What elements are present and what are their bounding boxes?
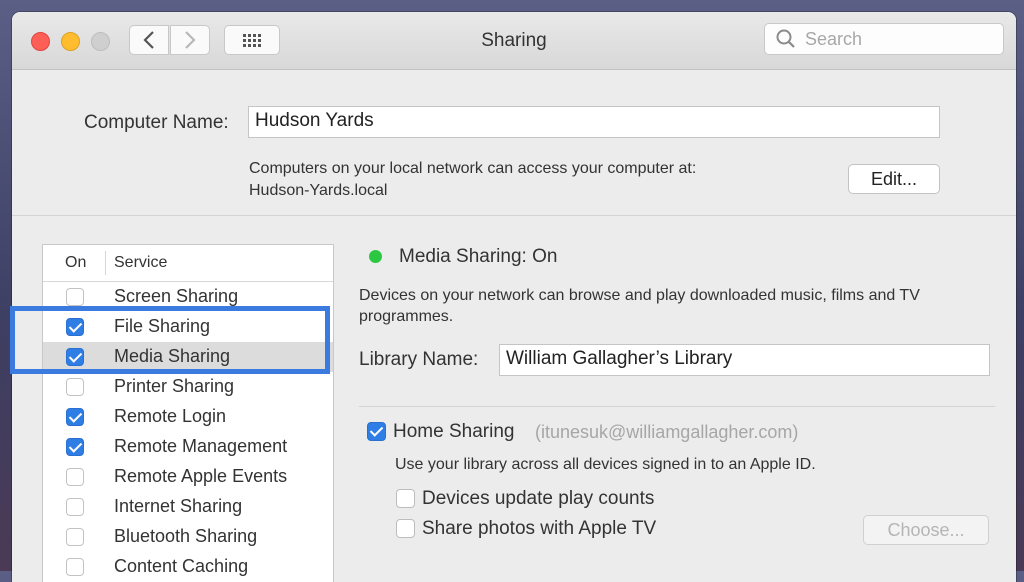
service-rows: Screen Sharing File Sharing Media Sharing P… bbox=[43, 282, 333, 582]
service-row[interactable]: Media Sharing bbox=[43, 342, 333, 372]
service-row[interactable]: Bluetooth Sharing bbox=[43, 522, 333, 552]
choose-button[interactable]: Choose... bbox=[863, 515, 989, 545]
share-photos-label[interactable]: Share photos with Apple TV bbox=[422, 518, 656, 540]
service-row[interactable]: Printer Sharing bbox=[43, 372, 333, 402]
column-divider bbox=[105, 251, 106, 275]
service-row[interactable]: Remote Login bbox=[43, 402, 333, 432]
column-header-service[interactable]: Service bbox=[114, 254, 167, 272]
home-sharing-account: (itunesuk@williamgallagher.com) bbox=[535, 422, 799, 442]
service-checkbox[interactable] bbox=[66, 318, 84, 336]
service-checkbox[interactable] bbox=[66, 408, 84, 426]
search-input[interactable] bbox=[803, 27, 997, 51]
status-indicator-dot bbox=[369, 250, 382, 263]
service-row[interactable]: Remote Management bbox=[43, 432, 333, 462]
service-row[interactable]: Content Caching bbox=[43, 552, 333, 582]
service-checkbox[interactable] bbox=[66, 288, 84, 306]
library-name-field[interactable]: William Gallagher’s Library bbox=[499, 344, 990, 376]
column-header-on[interactable]: On bbox=[65, 254, 86, 272]
service-checkbox[interactable] bbox=[66, 468, 84, 486]
share-photos-checkbox[interactable] bbox=[396, 519, 415, 538]
service-list[interactable]: On Service Screen Sharing File Sharing Med… bbox=[42, 244, 334, 582]
service-label: Media Sharing bbox=[114, 346, 231, 366]
service-label: Bluetooth Sharing bbox=[114, 526, 258, 546]
update-play-counts-checkbox[interactable] bbox=[396, 489, 415, 508]
edit-button[interactable]: Edit... bbox=[848, 164, 940, 194]
home-sharing-label[interactable]: Home Sharing bbox=[393, 421, 514, 443]
service-checkbox[interactable] bbox=[66, 348, 84, 366]
service-label: Content Caching bbox=[114, 556, 249, 576]
computer-name-label: Computer Name: bbox=[84, 112, 229, 133]
computer-name-field[interactable]: Hudson Yards bbox=[248, 106, 940, 138]
home-sharing-checkbox[interactable] bbox=[367, 422, 386, 441]
service-label: File Sharing bbox=[114, 316, 211, 336]
service-checkbox[interactable] bbox=[66, 498, 84, 516]
service-checkbox[interactable] bbox=[66, 528, 84, 546]
service-checkbox[interactable] bbox=[66, 558, 84, 576]
service-row[interactable]: Screen Sharing bbox=[43, 282, 333, 312]
service-label: Internet Sharing bbox=[114, 496, 243, 516]
title-bar: Sharing bbox=[12, 12, 1016, 70]
section-divider bbox=[359, 406, 995, 407]
service-label: Remote Login bbox=[114, 406, 227, 426]
update-play-counts-label[interactable]: Devices update play counts bbox=[422, 488, 654, 510]
service-description: Devices on your network can browse and p… bbox=[359, 287, 920, 325]
computer-address-text: Computers on your local network can acce… bbox=[249, 158, 696, 202]
service-list-header: On Service bbox=[43, 245, 333, 282]
service-row[interactable]: File Sharing bbox=[43, 312, 333, 342]
local-hostname: Hudson-Yards.local bbox=[249, 182, 388, 199]
service-label: Screen Sharing bbox=[114, 286, 239, 306]
computer-name-section: Computer Name: Hudson Yards Computers on… bbox=[12, 70, 1016, 216]
service-checkbox[interactable] bbox=[66, 438, 84, 456]
search-icon bbox=[776, 29, 795, 48]
service-label: Printer Sharing bbox=[114, 376, 235, 396]
service-label: Remote Management bbox=[114, 436, 288, 456]
service-row[interactable]: Internet Sharing bbox=[43, 492, 333, 522]
library-name-label: Library Name: bbox=[359, 349, 479, 370]
service-label: Remote Apple Events bbox=[114, 466, 288, 486]
search-field[interactable] bbox=[764, 23, 1004, 55]
service-checkbox[interactable] bbox=[66, 378, 84, 396]
sharing-window: Sharing Computer Name: Hudson Yards Comp… bbox=[12, 12, 1016, 582]
service-row[interactable]: Remote Apple Events bbox=[43, 462, 333, 492]
home-sharing-description: Use your library across all devices sign… bbox=[395, 456, 816, 473]
address-description: Computers on your local network can acce… bbox=[249, 160, 697, 177]
service-status-title: Media Sharing: On bbox=[399, 246, 558, 267]
